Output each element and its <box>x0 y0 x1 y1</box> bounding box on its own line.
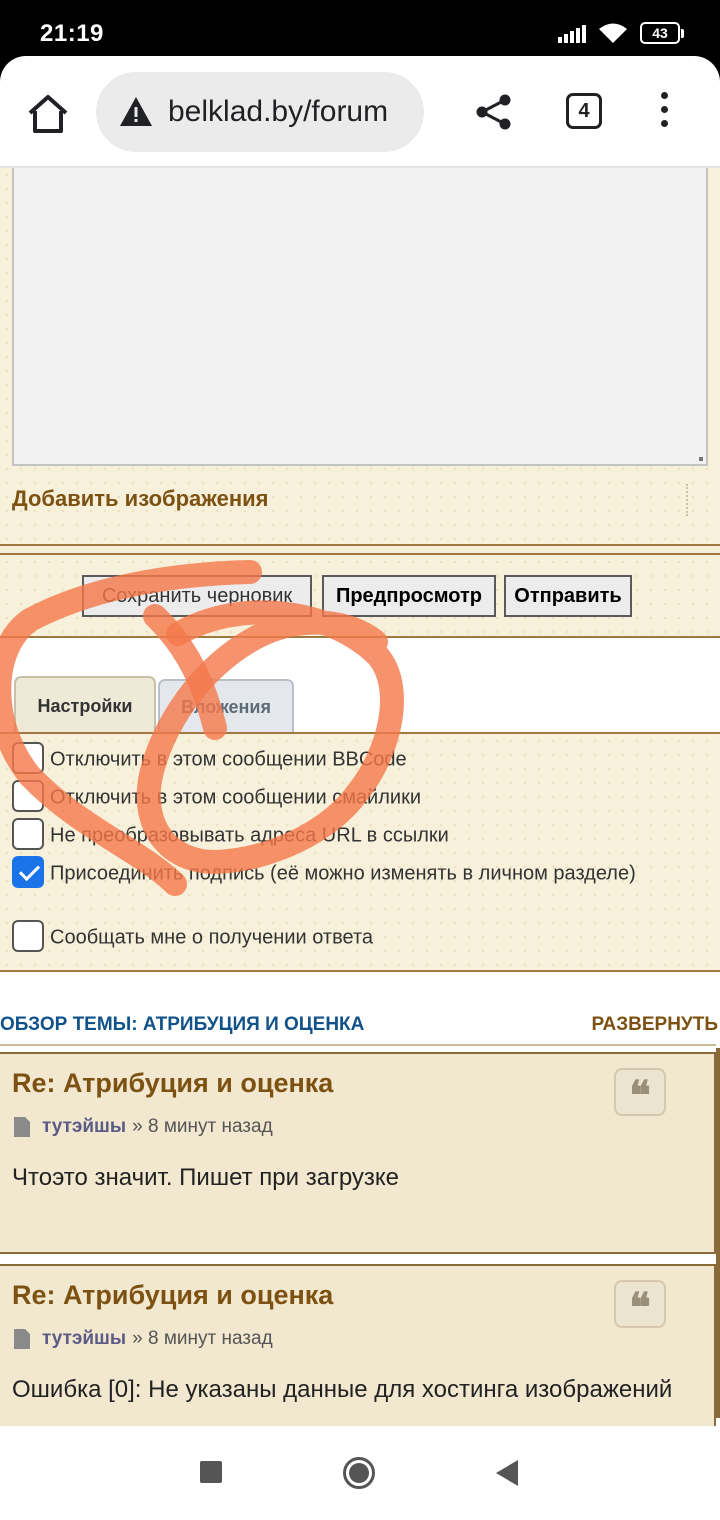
divider <box>0 544 720 546</box>
topic-review-title: ОБЗОР ТЕМЫ: АТРИБУЦИЯ И ОЦЕНКА <box>0 1014 365 1035</box>
option-disable-smilies[interactable]: Отключить в этом сообщении смайлики <box>12 780 652 814</box>
status-bar: 21:19 43 <box>0 0 720 60</box>
tabs-bar: Настройки Вложения <box>0 638 720 734</box>
checkbox[interactable] <box>12 920 44 952</box>
scrollbar[interactable] <box>716 1048 720 1418</box>
option-label: Сообщать мне о получении ответа <box>50 926 374 949</box>
forum-page: Добавить изображения Сохранить черновик … <box>0 168 720 1426</box>
nav-home-icon[interactable] <box>342 1456 376 1490</box>
option-label: Не преобразовывать адреса URL в ссылки <box>50 824 449 847</box>
android-nav-bar <box>0 1426 720 1520</box>
post: Re: Атрибуция и оценка ❝ тутэйшы » 8 мин… <box>0 1264 716 1426</box>
option-attach-signature[interactable]: Присоединить подпись (её можно изменять … <box>12 856 652 890</box>
more-vert-icon[interactable] <box>656 92 672 132</box>
warning-icon[interactable] <box>118 94 154 130</box>
post-meta: тутэйшы » 8 минут назад <box>14 1328 273 1350</box>
signal-icon <box>558 23 586 43</box>
back-icon[interactable] <box>494 1458 520 1488</box>
post-title[interactable]: Re: Атрибуция и оценка <box>12 1068 333 1099</box>
option-label: Отключить в этом сообщении BBCode <box>50 748 407 771</box>
post-time: » 8 минут назад <box>132 1116 273 1137</box>
browser-toolbar: belklad.by/forum 4 <box>0 56 720 168</box>
divider <box>0 1044 716 1046</box>
option-disable-bbcode[interactable]: Отключить в этом сообщении BBCode <box>12 742 652 776</box>
post-meta: тутэйшы » 8 минут назад <box>14 1116 273 1138</box>
home-icon[interactable] <box>26 92 70 136</box>
option-label: Присоединить подпись (её можно изменять … <box>50 862 636 885</box>
checkbox-checked[interactable] <box>12 856 44 888</box>
topic-review: ОБЗОР ТЕМЫ: АТРИБУЦИЯ И ОЦЕНКА РАЗВЕРНУТ… <box>0 972 720 1426</box>
option-label: Отключить в этом сообщении смайлики <box>50 786 421 809</box>
options-panel: Отключить в этом сообщении BBCode Отключ… <box>0 734 720 970</box>
battery-icon: 43 <box>640 22 684 44</box>
share-icon[interactable] <box>474 92 514 132</box>
post-author[interactable]: тутэйшы <box>42 1328 126 1350</box>
save-draft-button[interactable]: Сохранить черновик <box>82 575 312 617</box>
quote-button[interactable]: ❝ <box>614 1068 666 1119</box>
post-time: » 8 минут назад <box>132 1328 273 1349</box>
divider <box>686 484 688 516</box>
wifi-icon <box>599 23 627 43</box>
editor-area: Добавить изображения <box>0 168 720 544</box>
message-textarea[interactable] <box>12 168 708 466</box>
post: Re: Атрибуция и оценка ❝ тутэйшы » 8 мин… <box>0 1052 716 1254</box>
checkbox[interactable] <box>12 742 44 774</box>
submit-button[interactable]: Отправить <box>504 575 632 617</box>
status-icons: 43 <box>558 22 684 44</box>
tab-attachments[interactable]: Вложения <box>158 679 294 734</box>
checkbox[interactable] <box>12 818 44 850</box>
tabs-icon[interactable]: 4 <box>566 93 602 129</box>
post-content: Чтоэто значит. Пишет при загрузке <box>12 1164 400 1191</box>
tab-settings[interactable]: Настройки <box>14 676 156 734</box>
form-buttons: Сохранить черновик Предпросмотр Отправит… <box>0 555 720 637</box>
add-images-link[interactable]: Добавить изображения <box>12 486 268 512</box>
option-disable-magic-url[interactable]: Не преобразовывать адреса URL в ссылки <box>12 818 652 852</box>
expand-link[interactable]: РАЗВЕРНУТЬ <box>592 1014 719 1036</box>
post-author[interactable]: тутэйшы <box>42 1116 126 1138</box>
url-bar[interactable]: belklad.by/forum <box>96 72 424 152</box>
url-text: belklad.by/forum <box>168 95 389 128</box>
recents-icon[interactable] <box>200 1461 222 1483</box>
battery-level: 43 <box>640 22 680 44</box>
document-icon <box>14 1117 30 1137</box>
post-content: Ошибка [0]: Не указаны данные для хостин… <box>12 1376 673 1403</box>
preview-button[interactable]: Предпросмотр <box>322 575 496 617</box>
quote-button[interactable]: ❝ <box>614 1280 666 1331</box>
status-time: 21:19 <box>40 20 104 47</box>
option-notify[interactable]: Сообщать мне о получении ответа <box>12 920 652 954</box>
document-icon <box>14 1329 30 1349</box>
post-title[interactable]: Re: Атрибуция и оценка <box>12 1280 333 1311</box>
checkbox[interactable] <box>12 780 44 812</box>
